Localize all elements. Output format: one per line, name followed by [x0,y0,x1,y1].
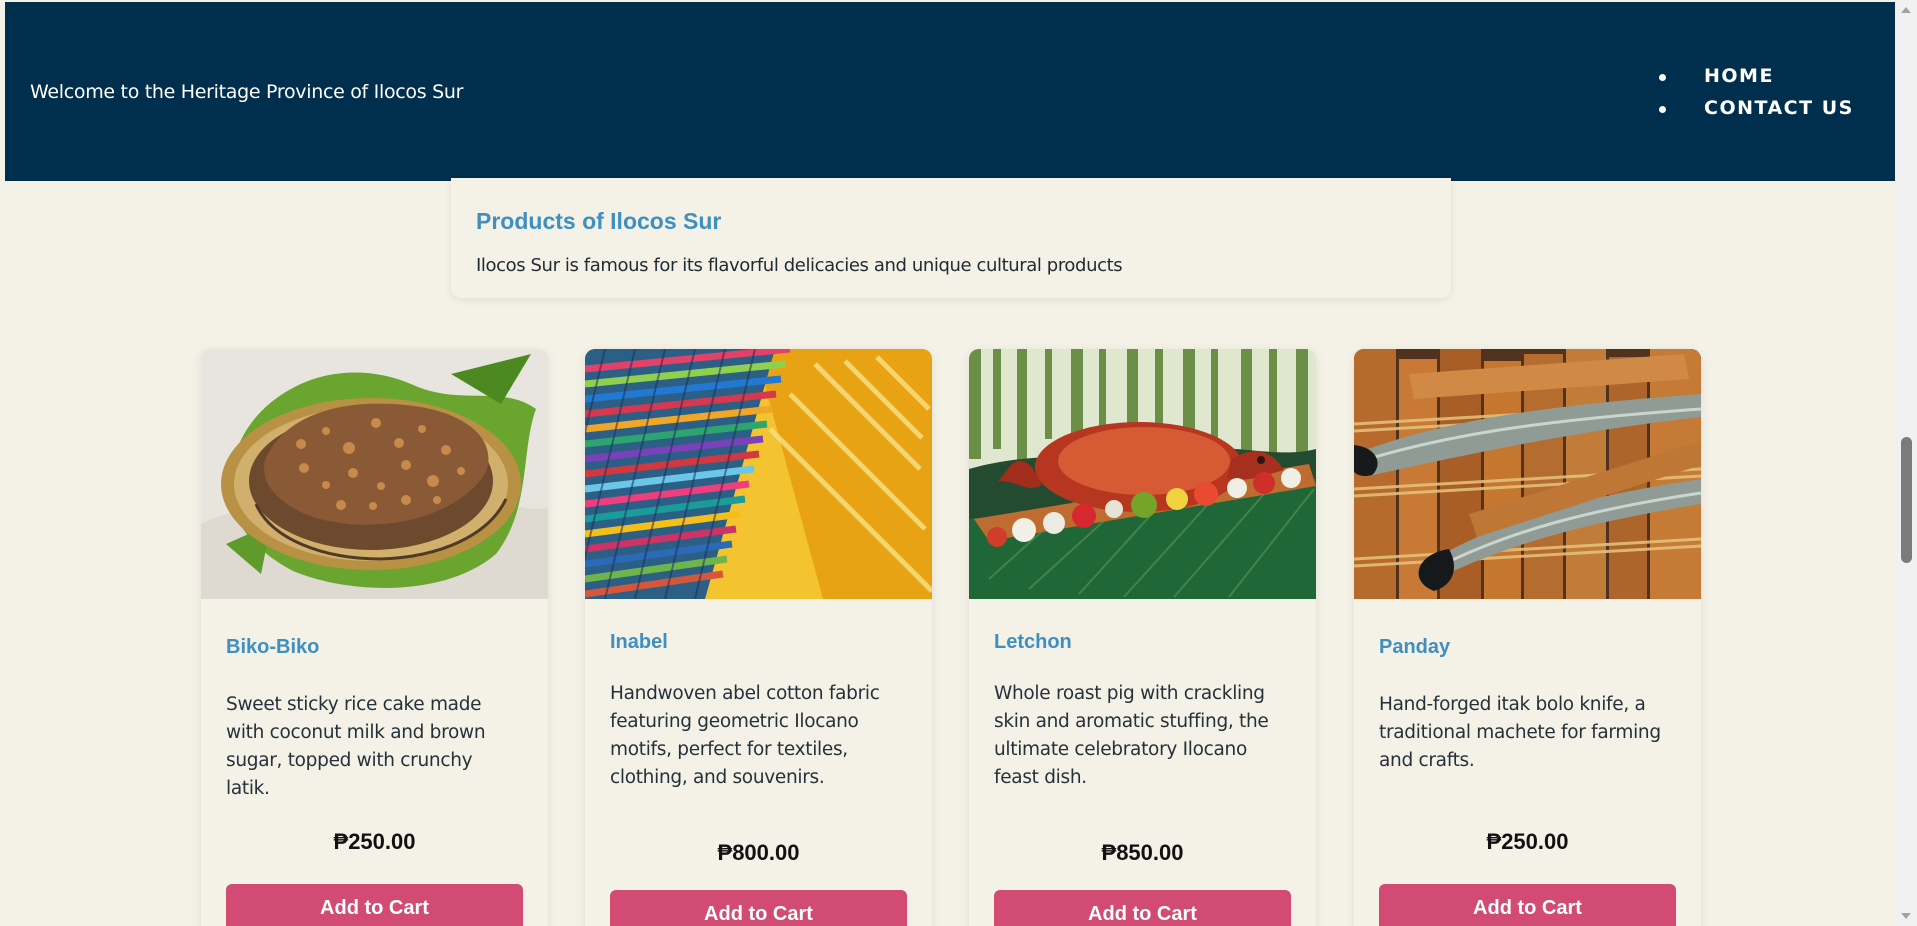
product-name-letchon: Letchon [994,631,1072,653]
product-card-letchon: Letchon Whole roast pig with crackling s… [969,349,1316,926]
site-header: Welcome to the Heritage Province of Iloc… [5,2,1895,181]
products-section-title: Products of Ilocos Sur [476,208,722,234]
vertical-scrollbar[interactable] [1896,0,1917,926]
add-to-cart-button-panday[interactable]: Add to Cart [1379,884,1676,926]
welcome-text: Welcome to the Heritage Province of Iloc… [30,81,464,103]
nav-home-link[interactable]: HOME [1655,60,1854,92]
products-intro-card: Products of Ilocos Sur Ilocos Sur is fam… [451,178,1451,298]
product-name-biko-biko: Biko-Biko [226,636,320,658]
product-price-panday: ₱250.00 [1486,829,1569,854]
add-to-cart-button-letchon[interactable]: Add to Cart [994,890,1291,926]
product-name-panday: Panday [1379,636,1451,658]
product-card-panday: Panday Hand-forged itak bolo knife, a tr… [1354,349,1701,926]
biko-image [201,349,548,599]
add-to-cart-button-biko-biko[interactable]: Add to Cart [226,884,523,926]
scroll-up-arrow-icon[interactable] [1901,7,1911,13]
scrollbar-thumb[interactable] [1901,437,1912,563]
product-card-inabel: Inabel Handwoven abel cotton fabric feat… [585,349,932,926]
product-description-panday: Hand-forged itak bolo knife, a tradition… [1379,694,1661,771]
letchon-image [969,349,1316,599]
add-to-cart-button-inabel[interactable]: Add to Cart [610,890,907,926]
product-description-biko-biko: Sweet sticky rice cake made with coconut… [226,694,486,799]
page: Welcome to the Heritage Province of Iloc… [0,0,1917,926]
product-card-biko-biko: Biko-Biko Sweet sticky rice cake made wi… [201,349,548,926]
inabel-image [585,349,932,599]
main-navigation: HOME CONTACT US [1655,60,1854,124]
product-price-inabel: ₱800.00 [717,840,800,865]
product-price-letchon: ₱850.00 [1101,840,1184,865]
scroll-down-arrow-icon[interactable] [1901,913,1911,919]
panday-image [1354,349,1701,599]
product-description-inabel: Handwoven abel cotton fabric featuring g… [610,683,880,788]
product-description-letchon: Whole roast pig with crackling skin and … [994,683,1269,788]
product-price-biko-biko: ₱250.00 [333,829,416,854]
nav-contact-us-link[interactable]: CONTACT US [1655,92,1854,124]
products-section-description: Ilocos Sur is famous for its flavorful d… [476,255,1123,276]
product-name-inabel: Inabel [610,631,668,653]
